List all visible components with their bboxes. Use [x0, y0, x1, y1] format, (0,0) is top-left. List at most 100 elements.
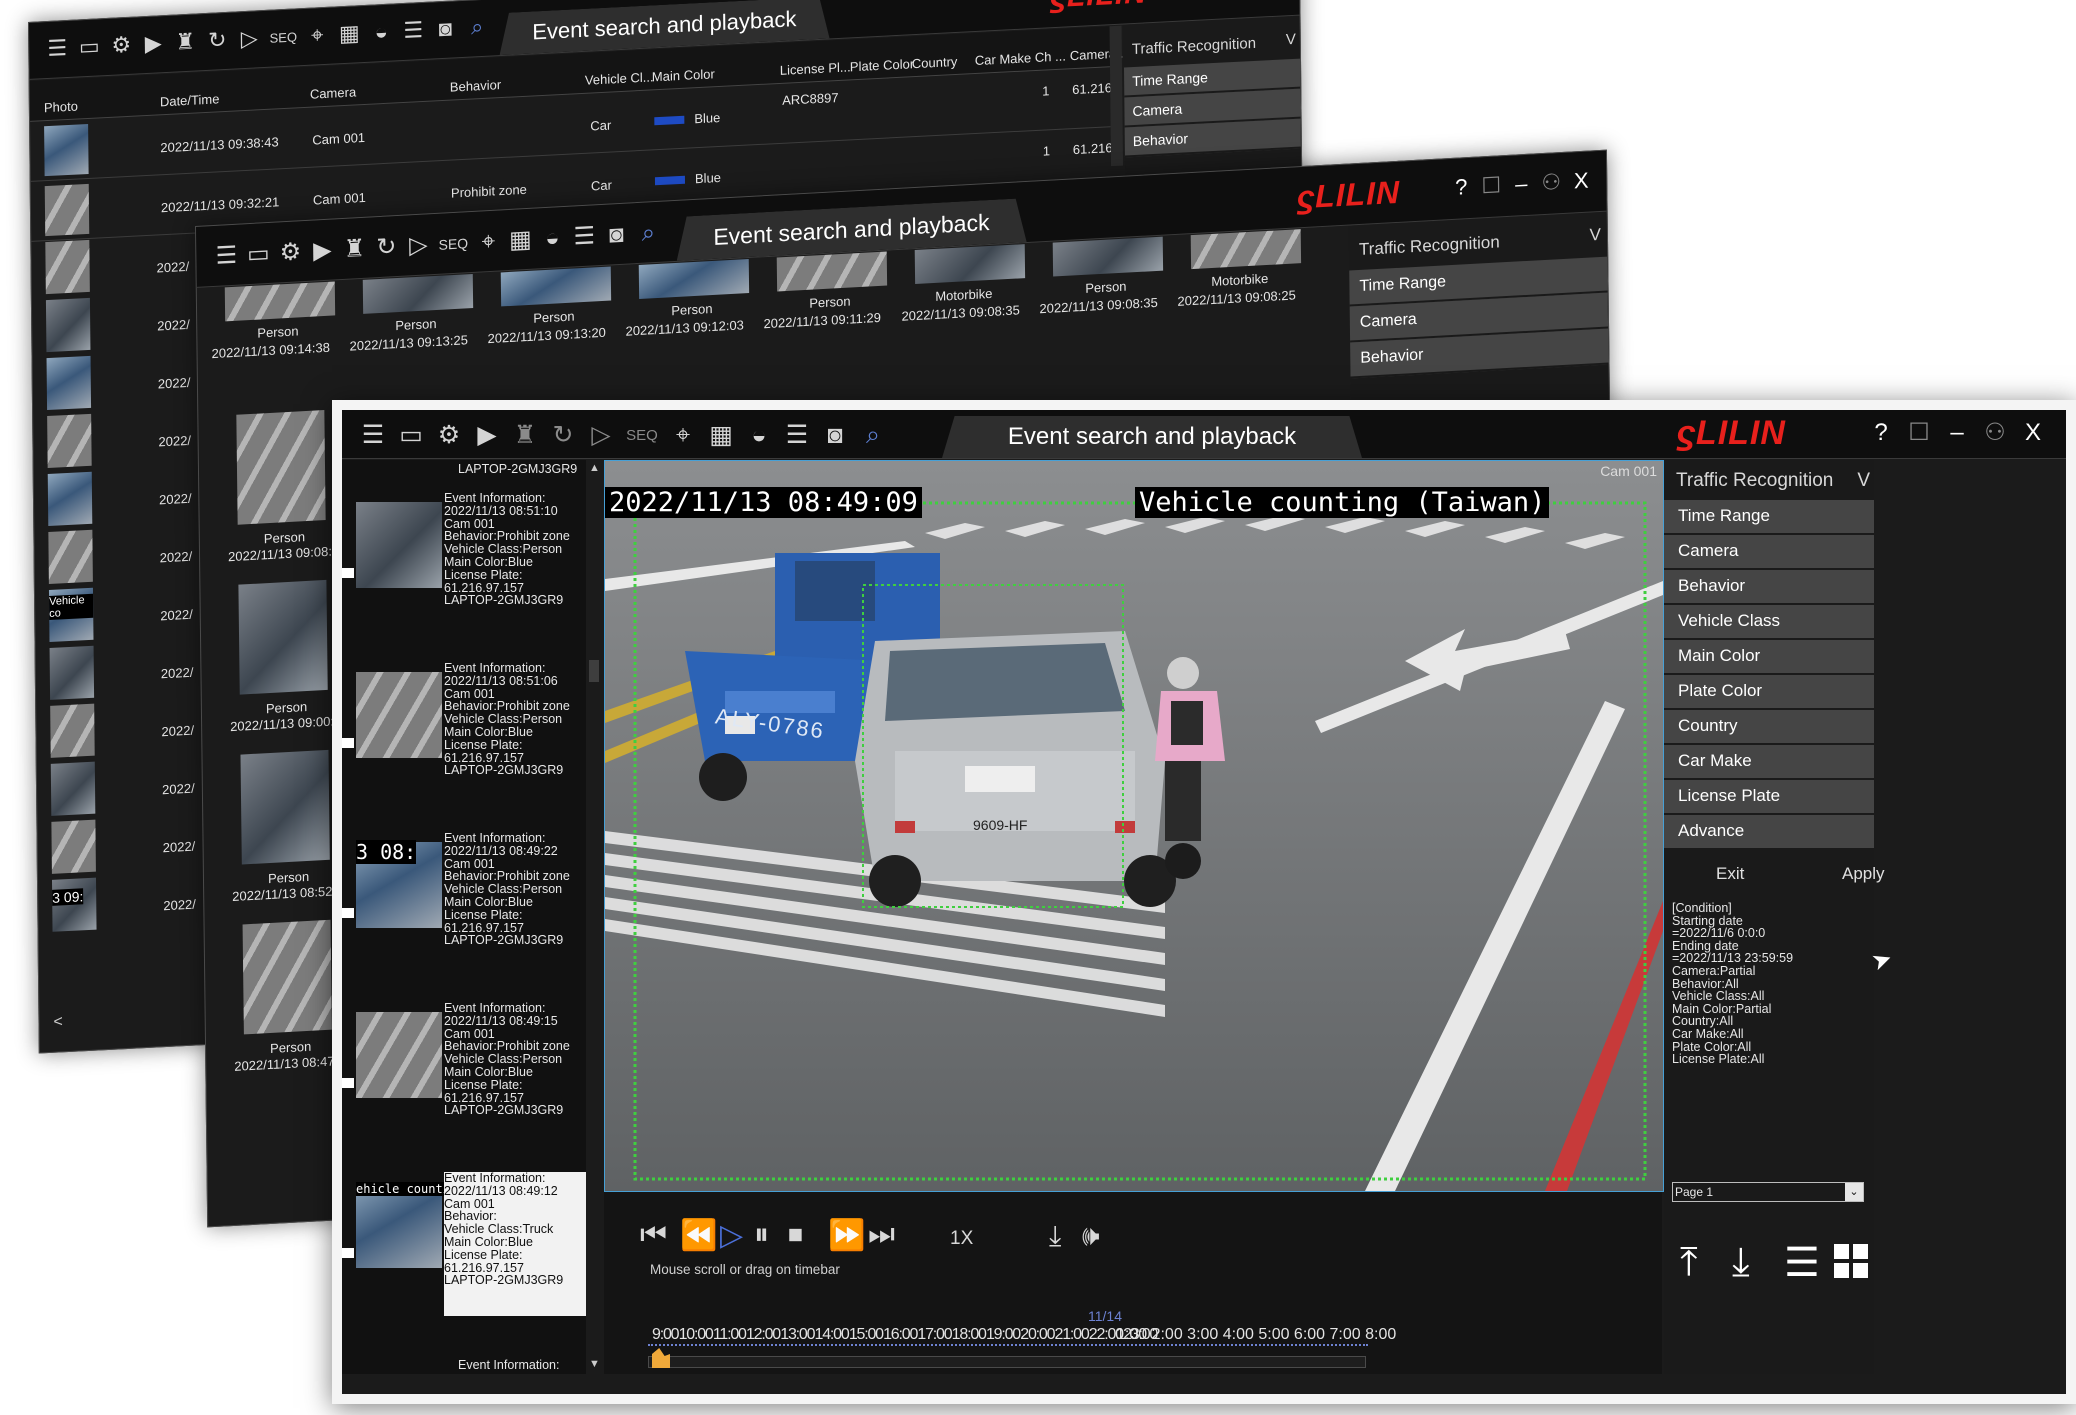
- monitor-icon[interactable]: ▭: [73, 33, 105, 61]
- grid-view-icon[interactable]: [1834, 1244, 1868, 1278]
- scroll-down-icon[interactable]: ▼: [589, 1358, 600, 1370]
- export-top-icon[interactable]: ⤒: [1680, 1240, 1698, 1285]
- maximize-button[interactable]: ☐: [1207, 0, 1235, 2]
- event-item[interactable]: 3 08: Event Information: 2022/11/13 08:4…: [342, 828, 586, 998]
- playback-speed[interactable]: 1X: [950, 1228, 973, 1250]
- search-event-icon[interactable]: ⌕: [854, 421, 892, 450]
- table-vscroll[interactable]: [1109, 25, 1124, 167]
- playback-icon[interactable]: ▶: [468, 420, 506, 450]
- speaker-icon[interactable]: 🕪: [1082, 1220, 1100, 1253]
- col-country[interactable]: Country: [912, 54, 958, 71]
- ptz-icon[interactable]: ♜: [506, 420, 544, 450]
- seq-label[interactable]: SEQ: [434, 234, 472, 253]
- disk-icon[interactable]: ◒: [536, 223, 568, 253]
- col-car-make[interactable]: Car Make: [975, 50, 1032, 68]
- fast-forward-icon[interactable]: ⏩: [828, 1218, 866, 1253]
- refresh-icon[interactable]: ↻: [544, 420, 582, 450]
- seq-label[interactable]: SEQ: [620, 427, 664, 444]
- event-item-selected[interactable]: ehicle countin Event Information: 2022/1…: [342, 1168, 586, 1338]
- help-button[interactable]: ?: [1446, 174, 1476, 202]
- layout-icon[interactable]: ▦: [333, 20, 365, 48]
- apply-button[interactable]: Apply: [1842, 864, 1885, 884]
- grid-item[interactable]: Person 2022/11/13 09:08:35: [1039, 236, 1178, 363]
- gear-icon[interactable]: ⚙: [274, 237, 306, 268]
- play-icon[interactable]: ▷: [233, 25, 265, 53]
- download-icon[interactable]: ⤓: [1049, 1220, 1061, 1253]
- grid-item[interactable]: Person 2022/11/13 08:47:: [219, 919, 341, 1075]
- menu-icon[interactable]: ☰: [354, 420, 392, 450]
- search-event-icon[interactable]: ⌕: [461, 13, 493, 41]
- grid-item[interactable]: Motorbike 2022/11/13 09:08:25: [1177, 228, 1316, 355]
- col-plate-color[interactable]: Plate Color: [850, 56, 914, 74]
- disk-icon[interactable]: ◒: [740, 421, 778, 450]
- prev-frame-icon[interactable]: ⏮: [640, 1218, 678, 1253]
- close-button[interactable]: X: [1566, 167, 1596, 195]
- grid-item[interactable]: Motorbike 2022/11/13 09:08:35: [901, 243, 1040, 370]
- col-behavior[interactable]: Behavior: [450, 77, 501, 95]
- rewind-icon[interactable]: ⏪: [680, 1218, 718, 1253]
- snapshot-icon[interactable]: ◙: [816, 421, 854, 450]
- gear-icon[interactable]: ⚙: [105, 31, 137, 59]
- close-button[interactable]: X: [2014, 419, 2052, 447]
- filter-country[interactable]: Country: [1664, 710, 1874, 745]
- scroll-thumb[interactable]: [589, 660, 599, 682]
- page-select[interactable]: Page 1 ⌄: [1672, 1182, 1864, 1202]
- event-item[interactable]: Event Information: 2022/11/13 08:49:15 C…: [342, 998, 586, 1168]
- event-item[interactable]: Event Information: 2022/11/13 08:51:06 C…: [342, 658, 586, 828]
- filter-vehicle-class[interactable]: Vehicle Class: [1664, 605, 1874, 640]
- download-list-icon[interactable]: ⤓: [1732, 1240, 1750, 1285]
- exit-button[interactable]: Exit: [1716, 864, 1744, 884]
- pause-icon[interactable]: ⏸: [754, 1218, 786, 1253]
- map-icon[interactable]: ⌖: [664, 421, 702, 450]
- col-photo[interactable]: Photo: [44, 98, 78, 115]
- play-icon[interactable]: ▷: [582, 420, 620, 450]
- filter-behavior[interactable]: Behavior: [1664, 570, 1874, 605]
- playback-icon[interactable]: ▶: [137, 30, 169, 58]
- grid-item[interactable]: Person 2022/11/13 09:13:25: [349, 273, 488, 400]
- grid-item[interactable]: Person 2022/11/13 09:12:03: [625, 258, 764, 385]
- database-icon[interactable]: ☰: [397, 17, 429, 45]
- filter-car-make[interactable]: Car Make: [1664, 745, 1874, 780]
- disk-icon[interactable]: ◒: [365, 18, 397, 46]
- timeline-cursor-icon[interactable]: [652, 1348, 670, 1368]
- event-list-scrollbar[interactable]: ▲ ▼: [586, 460, 602, 1374]
- scroll-up-icon[interactable]: ▲: [589, 462, 600, 474]
- monitor-icon[interactable]: ▭: [242, 239, 274, 270]
- video-view[interactable]: Cam 001 2022/11/13 08:49:09 Vehicle coun…: [604, 460, 1664, 1192]
- list-view-icon[interactable]: ☰: [1784, 1240, 1820, 1286]
- col-main-color[interactable]: Main Color: [652, 66, 715, 84]
- map-icon[interactable]: ⌖: [301, 22, 333, 50]
- maximize-button[interactable]: ☐: [1476, 172, 1506, 200]
- help-button[interactable]: ?: [1179, 0, 1207, 3]
- gear-icon[interactable]: ⚙: [430, 420, 468, 450]
- stop-icon[interactable]: ⏹: [788, 1218, 826, 1253]
- snapshot-icon[interactable]: ◙: [429, 15, 461, 43]
- col-vehicle-class[interactable]: Vehicle Cl...: [585, 69, 654, 87]
- timeline-ruler[interactable]: [648, 1344, 1368, 1349]
- seq-label[interactable]: SEQ: [265, 29, 301, 46]
- grid-item[interactable]: Person 2022/11/13 09:11:29: [763, 251, 902, 378]
- filter-camera[interactable]: Camera: [1664, 535, 1874, 570]
- filter-main-color[interactable]: Main Color: [1664, 640, 1874, 675]
- timeline-track[interactable]: [648, 1356, 1366, 1368]
- user-button[interactable]: ⚇: [1536, 169, 1566, 197]
- filter-time-range[interactable]: Time Range: [1664, 500, 1874, 535]
- next-frame-icon[interactable]: ⏭: [868, 1218, 906, 1253]
- play-icon[interactable]: ▷: [720, 1218, 752, 1253]
- refresh-icon[interactable]: ↻: [370, 232, 402, 263]
- search-event-icon[interactable]: ⌕: [632, 218, 664, 248]
- chevron-down-icon[interactable]: V: [1286, 31, 1296, 48]
- menu-icon[interactable]: ☰: [41, 35, 73, 63]
- database-icon[interactable]: ☰: [778, 420, 816, 450]
- grid-item[interactable]: Person 2022/11/13 09:08:: [212, 410, 334, 566]
- chevron-down-icon[interactable]: V: [1857, 470, 1870, 492]
- grid-item[interactable]: Person 2022/11/13 08:52:: [216, 749, 338, 905]
- col-license-plate[interactable]: License Pl...: [780, 59, 851, 78]
- filter-advance[interactable]: Advance: [1664, 815, 1874, 850]
- ptz-icon[interactable]: ♜: [338, 234, 370, 265]
- maximize-button[interactable]: ☐: [1900, 418, 1938, 447]
- refresh-icon[interactable]: ↻: [201, 27, 233, 55]
- database-icon[interactable]: ☰: [568, 221, 600, 252]
- filter-license-plate[interactable]: License Plate: [1664, 780, 1874, 815]
- minimize-button[interactable]: –: [1938, 419, 1976, 447]
